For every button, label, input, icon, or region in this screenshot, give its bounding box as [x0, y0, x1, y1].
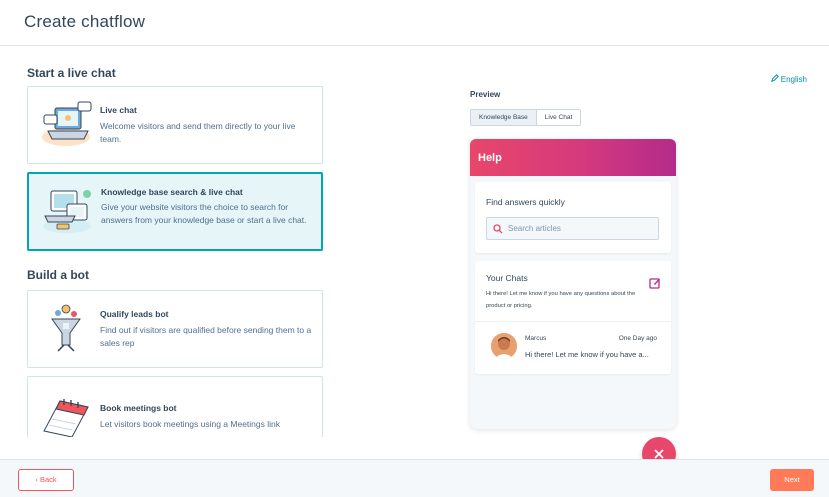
avatar — [491, 333, 517, 359]
card-description: Let visitors book meetings using a Meeti… — [100, 419, 281, 429]
pencil-icon — [770, 74, 779, 82]
card-book-meetings[interactable]: Book meetings bot Let visitors book meet… — [27, 376, 323, 437]
search-placeholder: Search articles — [508, 224, 561, 233]
card-qualify-leads[interactable]: Qualify leads bot Find out if visitors a… — [27, 290, 323, 368]
section-title-bot: Build a bot — [27, 268, 89, 282]
scroll-fade — [18, 62, 332, 70]
card-title: Knowledge base search & live chat — [101, 187, 243, 197]
back-button[interactable]: ‹ Back — [18, 469, 74, 491]
preview-toggle: Knowledge Base Live Chat — [470, 109, 582, 126]
chat-preview-message: Hi there! Let me know if you have a... — [525, 350, 649, 359]
your-chats-panel: Your Chats Hi there! Let me know if you … — [475, 261, 671, 374]
funnel-icon — [51, 304, 81, 352]
template-list: Start a live chat Live chat Welcome visi… — [18, 62, 332, 437]
language-selector[interactable]: English — [770, 74, 807, 84]
card-knowledge-base[interactable]: Knowledge base search & live chat Give y… — [27, 172, 323, 251]
next-button[interactable]: Next — [770, 469, 814, 491]
card-title: Live chat — [100, 105, 137, 115]
search-input[interactable]: Search articles — [486, 217, 659, 240]
knowledge-base-icon — [43, 190, 91, 233]
tab-live-chat[interactable]: Live Chat — [536, 110, 581, 125]
preview-label: Preview — [470, 90, 501, 99]
widget-header: Help — [470, 139, 676, 176]
footer-bar: ‹ Back Next — [0, 459, 829, 497]
tab-knowledge-base[interactable]: Knowledge Base — [471, 110, 537, 125]
your-chats-title: Your Chats — [486, 273, 528, 283]
card-description: Give your website visitors the choice to… — [101, 202, 307, 225]
your-chats-message: Hi there! Let me know if you have any qu… — [486, 291, 636, 309]
page-header: Create chatflow — [0, 0, 829, 46]
divider — [475, 321, 671, 322]
calendar-icon — [43, 399, 89, 437]
card-title: Book meetings bot — [100, 403, 177, 413]
page-title: Create chatflow — [24, 12, 146, 31]
chat-author: Marcus — [525, 335, 547, 342]
chat-timestamp: One Day ago — [618, 335, 657, 342]
card-title: Qualify leads bot — [100, 309, 169, 319]
card-description: Find out if visitors are qualified befor… — [100, 325, 312, 348]
knowledge-search-panel: Find answers quickly Search articles — [475, 182, 671, 253]
card-live-chat[interactable]: Live chat Welcome visitors and send them… — [27, 86, 323, 164]
search-icon — [493, 224, 503, 234]
chat-widget-preview: Help Find answers quickly Search article… — [470, 139, 676, 429]
laptop-chat-icon — [42, 101, 92, 146]
card-description: Welcome visitors and send them directly … — [100, 121, 296, 144]
language-label: English — [780, 75, 807, 84]
compose-icon[interactable] — [649, 277, 661, 289]
find-answers-title: Find answers quickly — [486, 197, 565, 207]
